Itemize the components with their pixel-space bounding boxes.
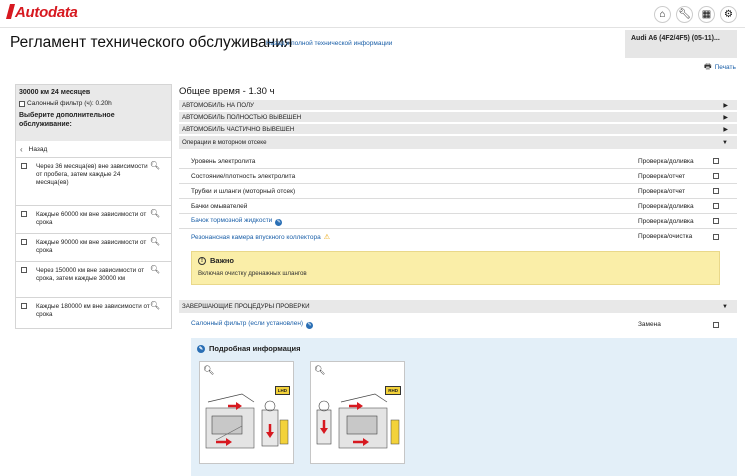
warning-icon[interactable]: ⚠ bbox=[324, 234, 330, 241]
important-note: ! Важно Включая очистку дренажных шлангов bbox=[191, 251, 720, 285]
zoom-icon[interactable]: 🔍︎ bbox=[150, 210, 160, 218]
chevron-left-icon: ‹ bbox=[20, 144, 23, 154]
logo-mark bbox=[5, 4, 16, 19]
wrench-icon[interactable]: 🔧︎ bbox=[676, 6, 693, 23]
item-checkbox[interactable] bbox=[21, 211, 27, 217]
autodata-logo[interactable]: Autodata bbox=[5, 4, 78, 21]
chevron-down-icon: ▼ bbox=[722, 139, 728, 146]
total-time: Общее время - 1.30 ч bbox=[179, 86, 275, 97]
page-title: Регламент технического обслуживания bbox=[10, 34, 293, 51]
cabin-filter-option[interactable]: Салонный фильтр (ч): 0.20h bbox=[19, 100, 168, 107]
zoom-in-icon[interactable]: 🔍︎ bbox=[314, 365, 325, 376]
info-icon: ✎ bbox=[197, 344, 205, 353]
gear-icon[interactable]: ⚙ bbox=[720, 6, 737, 23]
section-engine-bay[interactable]: Операции в моторном отсеке ▼ bbox=[179, 136, 737, 149]
zoom-icon[interactable]: 🔍︎ bbox=[150, 238, 160, 246]
section-vehicle-on-ground[interactable]: АВТОМОБИЛЬ НА ПОЛУ ▶ bbox=[179, 100, 737, 112]
zoom-icon[interactable]: 🔍︎ bbox=[150, 302, 160, 310]
operation-checkbox[interactable] bbox=[713, 218, 719, 224]
diagram-thumbnail-lhd[interactable]: 🔍︎ LHD bbox=[199, 361, 294, 464]
important-title: ! Важно bbox=[198, 256, 713, 265]
info-icon[interactable]: ✎ bbox=[275, 218, 283, 226]
zoom-in-icon[interactable]: 🔍︎ bbox=[203, 365, 214, 376]
operation-row: Бачки омывателей Проверка/доливка bbox=[179, 199, 737, 214]
additional-service-item: Через 150000 км вне зависимости от срока… bbox=[16, 262, 171, 298]
section-final-checks[interactable]: ЗАВЕРШАЮЩИЕ ПРОЦЕДУРЫ ПРОВЕРКИ ▼ bbox=[179, 300, 737, 313]
service-interval-panel: 30000 км 24 месяцев Салонный фильтр (ч):… bbox=[15, 84, 172, 329]
operation-row: Трубки и шланги (моторный отсек) Проверка… bbox=[179, 184, 737, 199]
cabin-filter-link[interactable]: Салонный фильтр (если установлен) ✎ bbox=[191, 320, 314, 329]
interval-title: 30000 км 24 месяцев bbox=[19, 89, 91, 96]
chevron-down-icon: ▼ bbox=[722, 303, 728, 310]
item-checkbox[interactable] bbox=[21, 239, 27, 245]
operation-row: Уровень электролита Проверка/доливка bbox=[179, 154, 737, 169]
operation-checkbox[interactable] bbox=[713, 158, 719, 164]
item-checkbox[interactable] bbox=[21, 163, 27, 169]
cabin-filter-checkbox[interactable] bbox=[19, 100, 25, 107]
chevron-right-icon: ▶ bbox=[723, 126, 728, 133]
brake-fluid-link[interactable]: Бачок тормозной жидкости ✎ bbox=[191, 217, 283, 226]
resonance-chamber-link[interactable]: Резонансная камера впускного коллектора ⚠ bbox=[191, 233, 330, 241]
operation-row: Бачок тормозной жидкости ✎ Проверка/доливк… bbox=[179, 214, 737, 229]
important-text: Включая очистку дренажных шлангов bbox=[198, 270, 307, 277]
zoom-icon[interactable]: 🔍︎ bbox=[150, 162, 160, 170]
chevron-right-icon: ▶ bbox=[723, 114, 728, 121]
item-checkbox[interactable] bbox=[21, 303, 27, 309]
info-icon[interactable]: ✎ bbox=[306, 322, 314, 329]
chevron-right-icon: ▶ bbox=[723, 102, 728, 109]
home-icon[interactable]: ⌂ bbox=[654, 6, 671, 23]
additional-service-item: Каждые 60000 км вне зависимости от срока… bbox=[16, 206, 171, 234]
operation-checkbox[interactable] bbox=[713, 321, 719, 328]
printer-icon: 🖶︎ bbox=[704, 62, 712, 71]
engine-bay-operations: Уровень электролита Проверка/доливка Сост… bbox=[179, 154, 737, 244]
toolbar-icons: ⌂ 🔧︎ ▦ ⚙ bbox=[654, 6, 737, 23]
detail-title: ✎ Подробная информация bbox=[197, 344, 301, 353]
section-vehicle-partially-raised[interactable]: АВТОМОБИЛЬ ЧАСТИЧНО ВЫВЕШЕН ▶ bbox=[179, 124, 737, 136]
print-link[interactable]: 🖶︎ Печать bbox=[704, 61, 736, 75]
item-checkbox[interactable] bbox=[21, 267, 27, 273]
cabin-filter-diagram bbox=[205, 393, 289, 449]
operation-checkbox[interactable] bbox=[713, 233, 719, 240]
top-bar: Autodata ⌂ 🔧︎ ▦ ⚙ bbox=[0, 0, 745, 28]
zoom-icon[interactable]: 🔍︎ bbox=[150, 266, 160, 274]
diagram-thumbnail-rhd[interactable]: 🔍︎ RHD bbox=[310, 361, 405, 464]
back-to-technical-info-link[interactable]: Назад к полной технической информации bbox=[266, 40, 392, 47]
operation-row: Салонный фильтр (если установлен) ✎ Замена bbox=[179, 317, 737, 332]
additional-service-item: Каждые 180000 км вне зависимости от срок… bbox=[16, 298, 171, 327]
operation-checkbox[interactable] bbox=[713, 203, 719, 209]
operation-row: Резонансная камера впускного коллектора ⚠… bbox=[179, 229, 737, 244]
panel-back-button[interactable]: ‹ Назад bbox=[16, 141, 171, 158]
section-vehicle-fully-raised[interactable]: АВТОМОБИЛЬ ПОЛНОСТЬЮ ВЫВЕШЕН ▶ bbox=[179, 112, 737, 124]
additional-service-item: Через 36 месяца(ев) вне зависимости от п… bbox=[16, 158, 171, 206]
choose-additional-label: Выберите дополнительное обслуживание: bbox=[19, 112, 115, 128]
vehicle-selector[interactable]: Audi A6 (4F2/4F5) (05-11)... bbox=[625, 30, 737, 58]
operation-checkbox[interactable] bbox=[713, 173, 719, 179]
operation-checkbox[interactable] bbox=[713, 188, 719, 194]
operation-row: Состояние/плотность электролита Проверка/… bbox=[179, 169, 737, 184]
alert-circle-icon: ! bbox=[198, 256, 206, 265]
interval-header: 30000 км 24 месяцев Салонный фильтр (ч):… bbox=[16, 85, 171, 141]
cabin-filter-diagram bbox=[316, 393, 400, 449]
calculator-icon[interactable]: ▦ bbox=[698, 6, 715, 23]
additional-service-item: Каждые 90000 км вне зависимости от срока… bbox=[16, 234, 171, 262]
